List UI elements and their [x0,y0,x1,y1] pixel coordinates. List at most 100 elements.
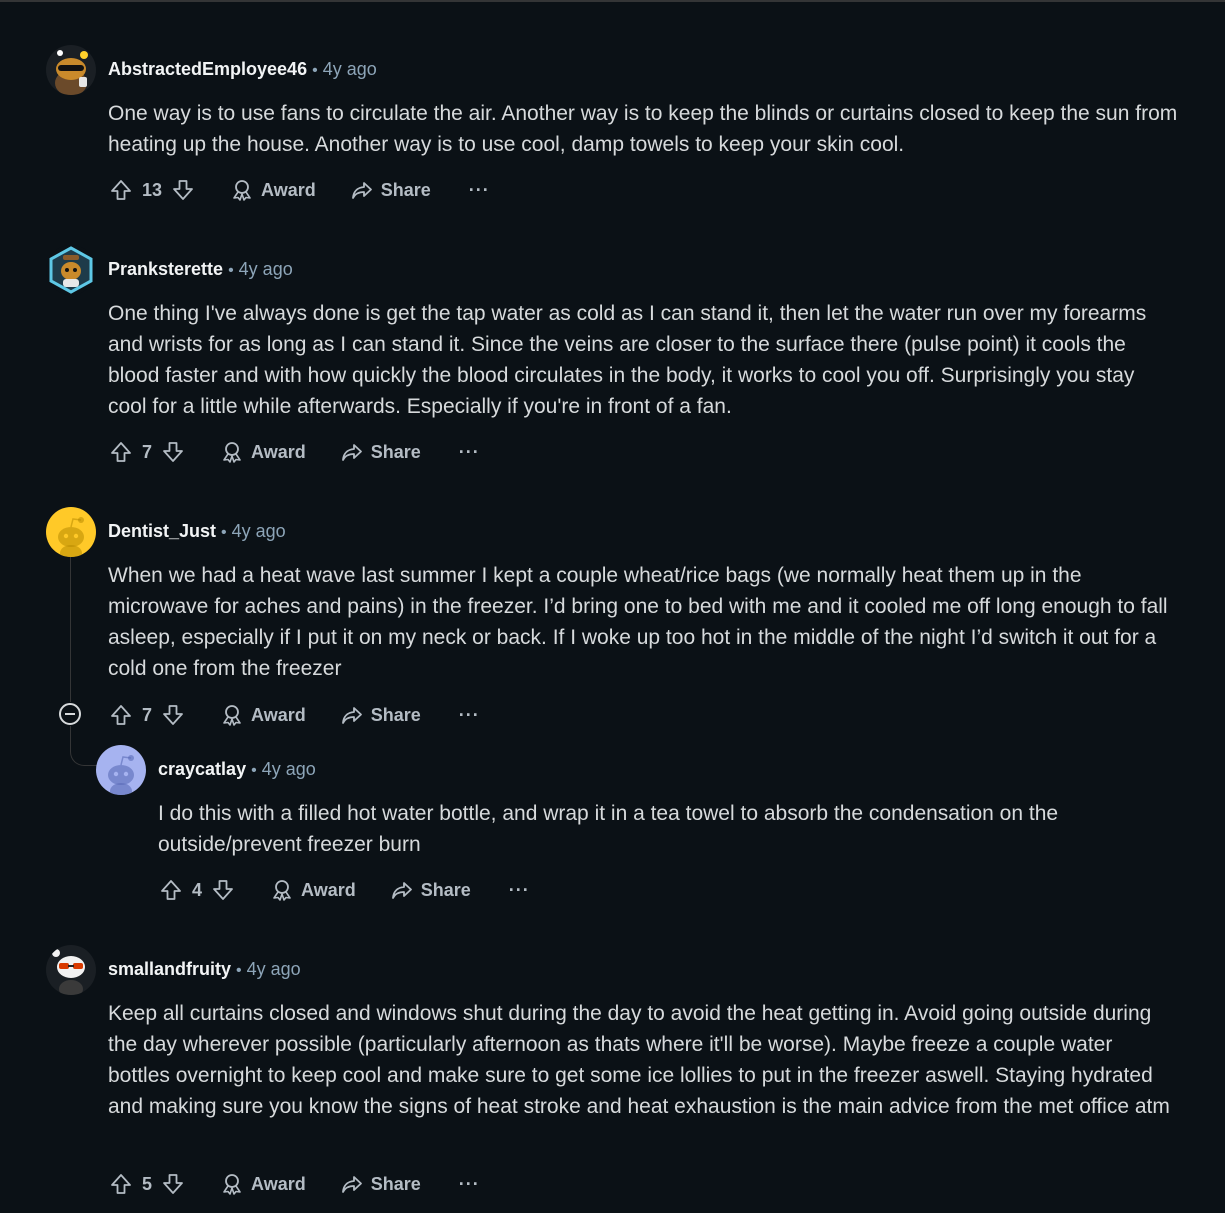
comment-meta: Dentist_Just • 4y ago [108,519,286,543]
more-options-button[interactable]: ··· [459,705,480,726]
comment-actions: 4 Award Share ··· [158,875,530,905]
upvote-button[interactable] [108,700,134,730]
author-name[interactable]: craycatlay [158,759,246,779]
arrow-down-icon [163,1174,183,1194]
more-options-button[interactable]: ··· [469,180,490,201]
comment-body: One way is to use fans to circulate the … [108,102,1178,156]
award-button[interactable]: Award [230,178,316,202]
share-button[interactable]: Share [350,178,431,202]
thread-connector [70,726,97,766]
arrow-up-icon [161,880,181,900]
share-button[interactable]: Share [340,1172,421,1196]
author-name[interactable]: smallandfruity [108,959,231,979]
upvote-button[interactable] [108,1169,134,1199]
comment-body: Keep all curtains closed and windows shu… [108,1002,1170,1118]
share-label: Share [370,441,421,462]
author-name[interactable]: Pranksterette [108,259,223,279]
share-icon [341,444,362,461]
vote-score: 5 [142,1173,153,1194]
timestamp[interactable]: 4y ago [262,759,316,779]
avatar[interactable] [46,45,96,95]
award-icon [223,1174,241,1195]
more-options-button[interactable]: ··· [459,442,480,463]
comment-body: One thing I've always done is get the ta… [108,302,1147,418]
timestamp[interactable]: 4y ago [247,959,301,979]
avatar[interactable] [46,945,96,995]
award-label: Award [251,704,306,725]
comment-meta: AbstractedEmployee46 • 4y ago [108,57,377,81]
author-name[interactable]: Dentist_Just [108,521,216,541]
default-snoo-yellow-icon [46,507,96,557]
collapse-thread-button[interactable] [59,703,81,725]
arrow-up-icon [111,705,131,725]
share-label: Share [370,1173,421,1194]
share-label: Share [380,179,431,200]
meta-separator: • [228,262,234,279]
comment-actions: 7 Award Share ··· [108,437,480,467]
arrow-down-icon [163,705,183,725]
snoo-avatar-hexagon-icon [46,245,96,295]
comment-actions: 5 Award Share ··· [108,1169,480,1199]
downvote-button[interactable] [160,700,186,730]
share-icon [341,1176,362,1193]
award-icon [273,880,291,901]
minus-icon [65,713,75,715]
comment-actions: 7 Award Share ··· [108,700,480,730]
comment-meta: Pranksterette • 4y ago [108,257,293,281]
share-button[interactable]: Share [340,703,421,727]
downvote-button[interactable] [160,1169,186,1199]
upvote-button[interactable] [108,175,134,205]
meta-separator: • [236,962,242,979]
avatar[interactable] [46,245,96,295]
downvote-button[interactable] [160,437,186,467]
avatar[interactable] [46,507,96,557]
share-button[interactable]: Share [390,878,471,902]
default-snoo-blue-icon [96,745,146,795]
share-icon [351,182,372,199]
comment-actions: 13 Award Share ··· [108,175,490,205]
meta-separator: • [221,524,227,541]
arrow-up-icon [111,180,131,200]
award-button[interactable]: Award [220,703,306,727]
arrow-up-icon [111,442,131,462]
award-icon [233,180,251,201]
share-label: Share [370,704,421,725]
more-options-button[interactable]: ··· [459,1174,480,1195]
comment-body: I do this with a filled hot water bottle… [158,802,1059,856]
award-button[interactable]: Award [220,440,306,464]
comment-meta: craycatlay • 4y ago [158,757,316,781]
avatar[interactable] [96,745,146,795]
upvote-button[interactable] [108,437,134,467]
upvote-button[interactable] [158,875,184,905]
meta-separator: • [312,62,318,79]
snoo-avatar-sunglasses-icon [46,945,96,995]
arrow-down-icon [173,180,193,200]
downvote-button[interactable] [170,175,196,205]
downvote-button[interactable] [210,875,236,905]
share-button[interactable]: Share [340,440,421,464]
comment-meta: smallandfruity • 4y ago [108,957,301,981]
share-icon [391,882,412,899]
share-label: Share [420,879,471,900]
award-button[interactable]: Award [270,878,356,902]
award-label: Award [251,1173,306,1194]
vote-score: 4 [192,879,203,900]
award-icon [223,705,241,726]
arrow-up-icon [111,1174,131,1194]
award-button[interactable]: Award [220,1172,306,1196]
award-icon [223,442,241,463]
timestamp[interactable]: 4y ago [323,59,377,79]
meta-separator: • [251,762,257,779]
timestamp[interactable]: 4y ago [232,521,286,541]
comment-thread: AbstractedEmployee46 • 4y ago One way is t… [0,0,1225,1213]
author-name[interactable]: AbstractedEmployee46 [108,59,307,79]
share-icon [341,707,362,724]
thread-line[interactable] [70,557,71,702]
arrow-down-icon [163,442,183,462]
more-options-button[interactable]: ··· [509,880,530,901]
vote-score: 13 [142,179,163,200]
award-label: Award [301,879,356,900]
award-label: Award [261,179,316,200]
timestamp[interactable]: 4y ago [239,259,293,279]
arrow-down-icon [213,880,233,900]
